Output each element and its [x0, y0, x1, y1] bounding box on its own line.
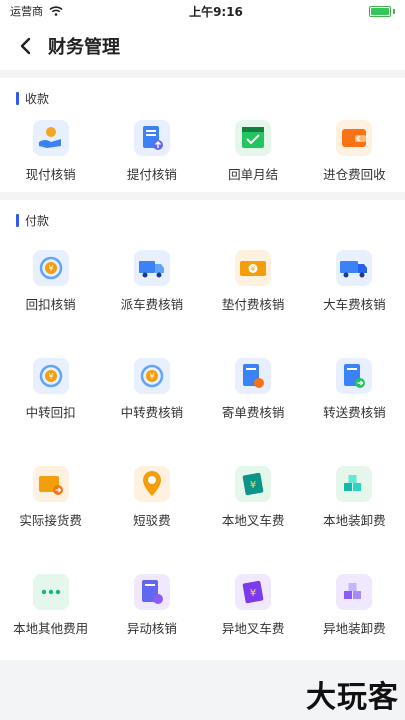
- pay-item[interactable]: 异地装卸费: [304, 552, 405, 660]
- document-upload-icon: [133, 120, 170, 156]
- pay-item-label: 本地其他费用: [13, 621, 89, 636]
- pay-item[interactable]: 本地其他费用: [0, 552, 101, 660]
- collect-item[interactable]: 现付核销: [0, 106, 101, 192]
- pay-item[interactable]: 本地装卸费: [304, 444, 405, 552]
- pay-item-label: 中转费核销: [120, 405, 184, 420]
- pay-item-label: 本地装卸费: [323, 513, 386, 528]
- status-left: 运营商: [10, 3, 63, 19]
- back-button[interactable]: [14, 35, 36, 57]
- watermark: 大玩客: [306, 680, 399, 715]
- svg-text:¥: ¥: [48, 372, 53, 381]
- collect-section: 收款 现付核销 提付核销 回单月结 进仓费回收: [0, 78, 405, 192]
- svg-text:¥: ¥: [251, 265, 256, 273]
- pay-item[interactable]: ¥ 中转费核销: [101, 336, 202, 444]
- svg-text:¥: ¥: [250, 480, 256, 491]
- pay-section: 付款 ¥ 回扣核销 派车费核销 ¥ 垫付费核销 大车费核销 ¥ 中转回扣 ¥ 中转费核销 寄单费核销…: [0, 200, 405, 660]
- pay-item-label: 派车费核销: [120, 297, 184, 312]
- pay-item-label: 实际接货费: [19, 513, 82, 528]
- svg-text:¥: ¥: [149, 372, 154, 381]
- collect-item-label: 提付核销: [126, 167, 177, 182]
- rebate-cycle-icon: ¥: [32, 250, 69, 286]
- wallet-icon: [336, 120, 373, 156]
- pay-item-label: 异动核销: [126, 621, 177, 636]
- change-doc-icon: [133, 574, 170, 610]
- pay-item-label: 异地装卸费: [323, 621, 386, 636]
- collect-grid: 现付核销 提付核销 回单月结 进仓费回收: [0, 106, 405, 192]
- pay-item-label: 中转回扣: [25, 405, 76, 420]
- collect-item-label: 现付核销: [25, 167, 76, 182]
- calendar-check-icon: [235, 120, 272, 156]
- pay-item[interactable]: 实际接货费: [0, 444, 101, 552]
- pay-item[interactable]: ¥ 回扣核销: [0, 228, 101, 336]
- section-title-collect: 收款: [0, 78, 405, 106]
- svg-text:¥: ¥: [250, 588, 256, 599]
- pay-item-label: 大车费核销: [323, 297, 386, 312]
- pay-item[interactable]: 异动核销: [101, 552, 202, 660]
- boxes-icon: [336, 466, 373, 502]
- truck-icon: [133, 250, 170, 286]
- forklift-bill-icon: ¥: [235, 466, 272, 502]
- status-time: 上午9:16: [189, 4, 243, 19]
- collect-item-label: 回单月结: [228, 167, 279, 182]
- transfer-cycle-icon: ¥: [32, 358, 69, 394]
- mail-doc-icon: [235, 358, 272, 394]
- more-icon: [32, 574, 69, 610]
- big-truck-icon: [336, 250, 373, 286]
- carrier-label: 运营商: [10, 5, 43, 18]
- pay-item[interactable]: ¥ 垫付费核销: [203, 228, 304, 336]
- pay-item-label: 寄单费核销: [221, 405, 285, 420]
- section-title-pay-label: 付款: [25, 213, 50, 228]
- pay-item-label: 异地叉车费: [221, 621, 285, 636]
- pay-item-label: 垫付费核销: [221, 297, 285, 312]
- collect-item[interactable]: 进仓费回收: [304, 106, 405, 192]
- pay-item-label: 回扣核销: [25, 297, 76, 312]
- pay-item-label: 本地叉车费: [221, 513, 285, 528]
- chevron-left-icon: [20, 37, 31, 55]
- pay-item[interactable]: 转送费核销: [304, 336, 405, 444]
- section-title-collect-label: 收款: [25, 91, 50, 106]
- pay-item[interactable]: 派车费核销: [101, 228, 202, 336]
- status-bar: 运营商 上午9:16: [0, 0, 405, 22]
- page-title: 财务管理: [48, 37, 120, 58]
- transfer-yen-icon: ¥: [133, 358, 170, 394]
- receive-goods-icon: [32, 466, 69, 502]
- location-pin-icon: [133, 466, 170, 502]
- svg-text:¥: ¥: [48, 264, 53, 273]
- battery-icon: [368, 5, 395, 17]
- pay-grid: ¥ 回扣核销 派车费核销 ¥ 垫付费核销 大车费核销 ¥ 中转回扣 ¥ 中转费核销 寄单费核销 转送费…: [0, 228, 405, 660]
- pay-item-label: 短驳费: [133, 513, 171, 528]
- forward-doc-icon: [336, 358, 373, 394]
- collect-item-label: 进仓费回收: [323, 167, 386, 182]
- section-title-pay: 付款: [0, 200, 405, 228]
- wifi-icon: [49, 6, 63, 16]
- pay-item[interactable]: 寄单费核销: [203, 336, 304, 444]
- hand-coin-icon: [32, 120, 69, 156]
- pay-item[interactable]: ¥ 中转回扣: [0, 336, 101, 444]
- collect-item[interactable]: 提付核销: [101, 106, 202, 192]
- pay-item[interactable]: ¥ 异地叉车费: [203, 552, 304, 660]
- cash-icon: ¥: [235, 250, 272, 286]
- collect-item[interactable]: 回单月结: [203, 106, 304, 192]
- pay-item[interactable]: ¥ 本地叉车费: [203, 444, 304, 552]
- pay-item[interactable]: 短驳费: [101, 444, 202, 552]
- remote-forklift-icon: ¥: [235, 574, 272, 610]
- nav-bar: 财务管理: [0, 22, 405, 70]
- pay-item-label: 转送费核销: [323, 405, 386, 420]
- remote-boxes-icon: [336, 574, 373, 610]
- pay-item[interactable]: 大车费核销: [304, 228, 405, 336]
